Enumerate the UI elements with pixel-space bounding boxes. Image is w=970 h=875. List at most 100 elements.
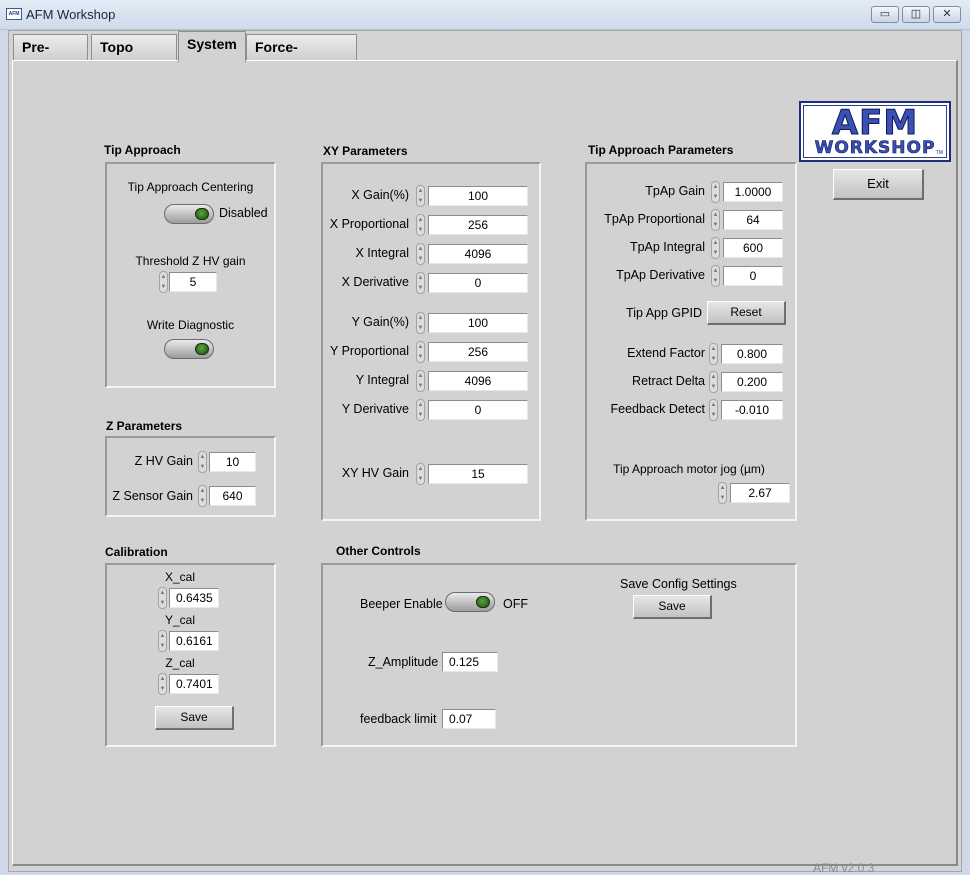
y-gain-field[interactable]: 100 <box>428 313 528 333</box>
tpap-derivative-label: TpAp Derivative <box>616 268 705 282</box>
window-title: AFM Workshop <box>26 7 116 22</box>
tpap-proportional-spinner-icon[interactable]: ▲ ▼ <box>711 209 720 231</box>
extend-factor-field[interactable]: 0.800 <box>721 344 783 364</box>
z-hv-gain-field[interactable]: 10 <box>209 452 256 472</box>
x-cal-field[interactable]: 0.6435 <box>169 588 219 608</box>
z-parameters-group: Z HV Gain ▲ ▼ 10 Z Sensor Gain ▲ ▼ 640 <box>105 436 276 517</box>
tab-topo-scan[interactable]: Topo Scan <box>91 34 177 79</box>
x-gain-label: X Gain(%) <box>351 188 409 202</box>
y-integral-field[interactable]: 4096 <box>428 371 528 391</box>
minimize-button[interactable]: ▭ <box>871 6 899 23</box>
beeper-enable-toggle[interactable] <box>445 592 495 612</box>
tip-approach-centering-state: Disabled <box>219 206 268 220</box>
tip-approach-parameters-group: TpAp Gain ▲ ▼ 1.0000 TpAp Proportional ▲ ▼… <box>585 162 797 521</box>
close-button[interactable]: ✕ <box>933 6 961 23</box>
x-derivative-spinner-icon[interactable]: ▲ ▼ <box>416 272 425 294</box>
tpap-derivative-spinner-icon[interactable]: ▲ ▼ <box>711 265 720 287</box>
xy-parameters-title: XY Parameters <box>323 144 408 158</box>
feedback-limit-label: feedback limit <box>360 712 437 726</box>
write-diagnostic-toggle[interactable] <box>164 339 214 359</box>
motor-jog-field[interactable]: 2.67 <box>730 483 790 503</box>
calibration-group: X_cal ▲ ▼ 0.6435 Y_cal ▲ ▼ 0.6161 Z_cal ▲ ▼… <box>105 563 276 747</box>
calibration-save-button[interactable]: Save <box>155 706 234 730</box>
z-sensor-gain-field[interactable]: 640 <box>209 486 256 506</box>
x-cal-label: X_cal <box>165 570 196 584</box>
xy-parameters-group: X Gain(%) ▲ ▼ 100 X Proportional ▲ ▼ 256 X Integ… <box>321 162 541 521</box>
y-gain-spinner-icon[interactable]: ▲ ▼ <box>416 312 425 334</box>
tip-approach-title: Tip Approach <box>104 143 181 157</box>
feedback-detect-spinner-icon[interactable]: ▲ ▼ <box>709 399 718 421</box>
save-config-settings-label: Save Config Settings <box>620 577 737 591</box>
y-integral-spinner-icon[interactable]: ▲ ▼ <box>416 370 425 392</box>
x-proportional-label: X Proportional <box>329 217 409 231</box>
reset-button[interactable]: Reset <box>707 301 786 325</box>
x-integral-spinner-icon[interactable]: ▲ ▼ <box>416 243 425 265</box>
feedback-detect-label: Feedback Detect <box>610 402 706 416</box>
retract-delta-label: Retract Delta <box>632 374 705 388</box>
logo-workshop-text: WORKSHOP <box>814 138 936 158</box>
x-gain-spinner-icon[interactable]: ▲ ▼ <box>416 185 425 207</box>
motor-jog-label: Tip Approach motor jog (µm) <box>613 462 765 476</box>
save-config-button[interactable]: Save <box>633 595 712 619</box>
threshold-z-hv-gain-field[interactable]: 5 <box>169 272 217 292</box>
z-hv-gain-spinner-icon[interactable]: ▲ ▼ <box>198 451 207 473</box>
afm-workshop-logo: AFM WORKSHOP TM <box>799 101 951 162</box>
tpap-proportional-field[interactable]: 64 <box>723 210 783 230</box>
tip-app-gpid-label: Tip App GPID <box>626 306 702 320</box>
tpap-gain-field[interactable]: 1.0000 <box>723 182 783 202</box>
y-proportional-field[interactable]: 256 <box>428 342 528 362</box>
threshold-z-hv-gain-label: Threshold Z HV gain <box>135 254 246 268</box>
x-cal-spinner-icon[interactable]: ▲ ▼ <box>158 587 167 609</box>
tab-force-distance[interactable]: Force-Distance <box>246 34 357 79</box>
tpap-gain-label: TpAp Gain <box>645 184 705 198</box>
toggle-led-icon <box>476 596 490 608</box>
tpap-derivative-field[interactable]: 0 <box>723 266 783 286</box>
y-cal-label: Y_cal <box>165 613 196 627</box>
extend-factor-spinner-icon[interactable]: ▲ ▼ <box>709 343 718 365</box>
tpap-integral-spinner-icon[interactable]: ▲ ▼ <box>711 237 720 259</box>
tip-approach-centering-label: Tip Approach Centering <box>127 180 254 194</box>
y-cal-field[interactable]: 0.6161 <box>169 631 219 651</box>
retract-delta-spinner-icon[interactable]: ▲ ▼ <box>709 371 718 393</box>
tab-system[interactable]: System <box>178 31 246 62</box>
y-proportional-label: Y Proportional <box>330 344 409 358</box>
z-cal-spinner-icon[interactable]: ▲ ▼ <box>158 673 167 695</box>
x-gain-field[interactable]: 100 <box>428 186 528 206</box>
tpap-integral-label: TpAp Integral <box>629 240 705 254</box>
y-gain-label: Y Gain(%) <box>351 315 409 329</box>
z-cal-label: Z_cal <box>165 656 195 670</box>
y-cal-spinner-icon[interactable]: ▲ ▼ <box>158 630 167 652</box>
feedback-detect-field[interactable]: -0.010 <box>721 400 783 420</box>
z-amplitude-label: Z_Amplitude <box>368 655 439 669</box>
threshold-spinner-icon[interactable]: ▲ ▼ <box>159 271 168 293</box>
xy-hv-gain-spinner-icon[interactable]: ▲ ▼ <box>416 463 425 485</box>
write-diagnostic-label: Write Diagnostic <box>146 318 235 332</box>
tpap-gain-spinner-icon[interactable]: ▲ ▼ <box>711 181 720 203</box>
feedback-limit-field[interactable]: 0.07 <box>442 709 496 729</box>
x-integral-field[interactable]: 4096 <box>428 244 528 264</box>
xy-hv-gain-field[interactable]: 15 <box>428 464 528 484</box>
toggle-led-icon <box>195 208 209 220</box>
xy-hv-gain-label: XY HV Gain <box>341 466 409 480</box>
z-parameters-title: Z Parameters <box>106 419 183 433</box>
calibration-title: Calibration <box>105 545 168 559</box>
exit-button[interactable]: Exit <box>833 169 924 200</box>
tpap-integral-field[interactable]: 600 <box>723 238 783 258</box>
x-integral-label: X Integral <box>355 246 409 260</box>
x-derivative-field[interactable]: 0 <box>428 273 528 293</box>
z-amplitude-field[interactable]: 0.125 <box>442 652 498 672</box>
retract-delta-field[interactable]: 0.200 <box>721 372 783 392</box>
y-derivative-field[interactable]: 0 <box>428 400 528 420</box>
y-derivative-spinner-icon[interactable]: ▲ ▼ <box>416 399 425 421</box>
x-derivative-label: X Derivative <box>341 275 409 289</box>
y-proportional-spinner-icon[interactable]: ▲ ▼ <box>416 341 425 363</box>
x-proportional-field[interactable]: 256 <box>428 215 528 235</box>
title-bar: AFM AFM Workshop ▭ ◫ ✕ <box>0 0 970 30</box>
z-sensor-gain-spinner-icon[interactable]: ▲ ▼ <box>198 485 207 507</box>
tab-pre-scan[interactable]: Pre-Scan <box>13 34 88 79</box>
motor-jog-spinner-icon[interactable]: ▲ ▼ <box>718 482 727 504</box>
z-cal-field[interactable]: 0.7401 <box>169 674 219 694</box>
x-proportional-spinner-icon[interactable]: ▲ ▼ <box>416 214 425 236</box>
maximize-button[interactable]: ◫ <box>902 6 930 23</box>
tip-approach-centering-toggle[interactable] <box>164 204 214 224</box>
